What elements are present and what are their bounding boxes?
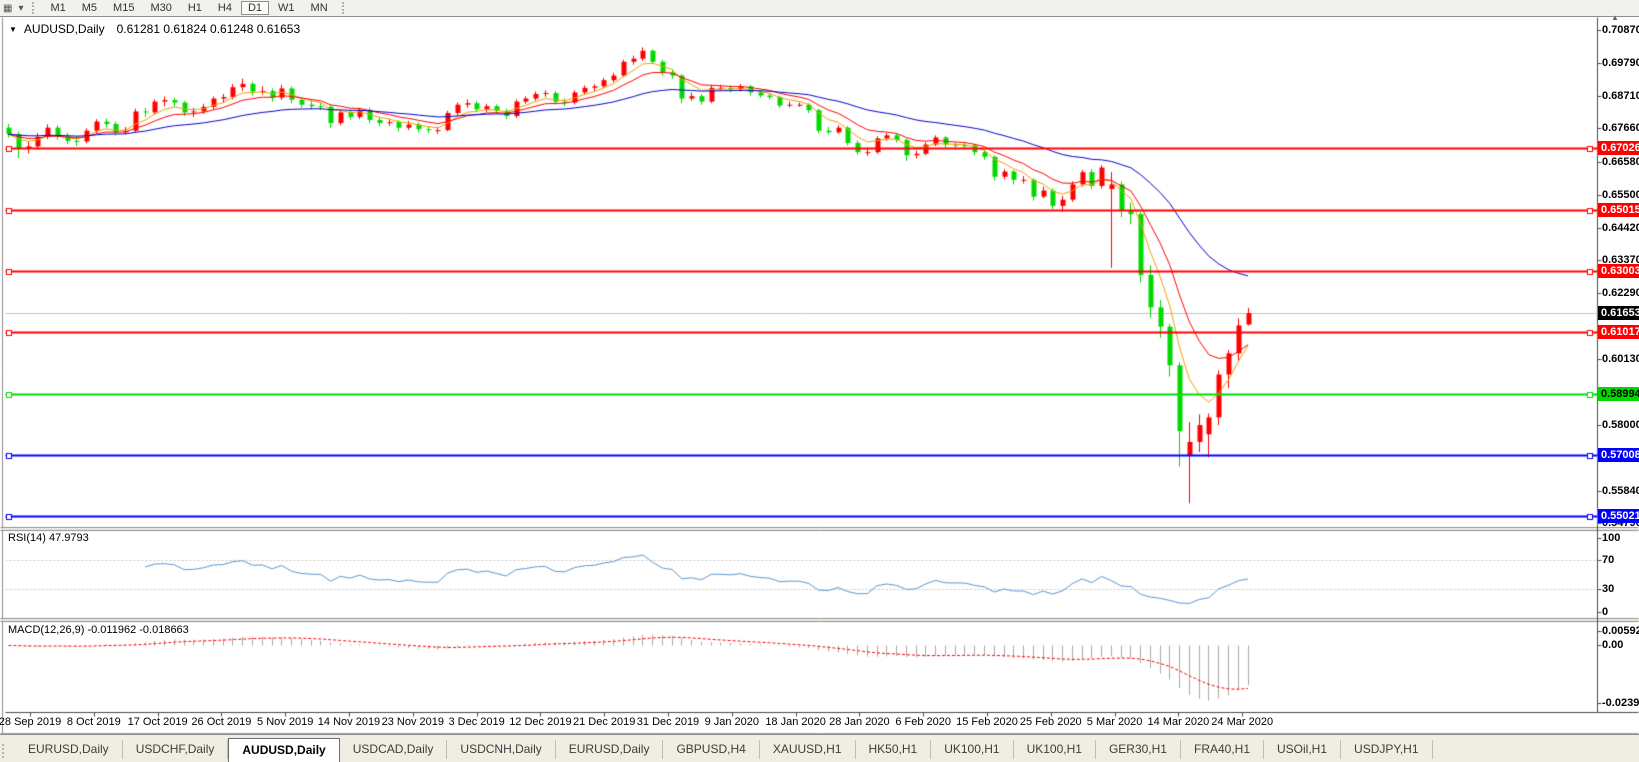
price-chart-canvas[interactable] [0, 0, 1639, 762]
chart-tab-eurusd-daily[interactable]: EURUSD,Daily [15, 740, 123, 759]
chart-tab-usdcad-daily[interactable]: USDCAD,Daily [340, 740, 448, 759]
timeframe-button-M5[interactable]: M5 [75, 1, 104, 15]
chart-tab-xauusd-h1[interactable]: XAUUSD,H1 [760, 740, 856, 759]
rsi-indicator-label: RSI(14) 47.9793 [8, 532, 89, 544]
charts-icon[interactable]: ▦ [3, 1, 12, 16]
timeframe-button-M1[interactable]: M1 [43, 1, 72, 15]
timeframe-button-M15[interactable]: M15 [106, 1, 141, 15]
chart-title: ▼ AUDUSD,Daily 0.61281 0.61824 0.61248 0.6… [9, 22, 300, 36]
chart-tab-gbpusd-h4[interactable]: GBPUSD,H4 [663, 740, 759, 759]
timeframe-buttons: M1M5M15M30H1H4D1W1MN [42, 1, 335, 16]
chart-ohlc-values: 0.61281 0.61824 0.61248 0.61653 [117, 22, 301, 36]
chart-tab-usdjpy-h1[interactable]: USDJPY,H1 [1341, 740, 1432, 759]
chart-menu-icon[interactable]: ▼ [9, 25, 17, 34]
chart-tabs: EURUSD,DailyUSDCHF,DailyAUDUSD,DailyUSDC… [15, 738, 1433, 762]
toolbar-grip[interactable] [32, 2, 36, 14]
chart-tab-hk50-h1[interactable]: HK50,H1 [856, 740, 932, 759]
macd-indicator-label: MACD(12,26,9) -0.011962 -0.018663 [8, 624, 189, 636]
scroll-up-icon[interactable]: ▲ [1611, 13, 1619, 22]
mt4-window: ▦ ▾ M1M5M15M30H1H4D1W1MN ▼ AUDUSD,Daily 0.… [0, 0, 1639, 762]
toolbar-grip[interactable] [342, 2, 346, 14]
chart-tab-usdcnh-daily[interactable]: USDCNH,Daily [447, 740, 555, 759]
timeframe-button-D1[interactable]: D1 [241, 1, 269, 15]
timeframe-button-MN[interactable]: MN [304, 1, 335, 15]
timeframe-button-H1[interactable]: H1 [181, 1, 209, 15]
chart-tab-bar: EURUSD,DailyUSDCHF,DailyAUDUSD,DailyUSDC… [0, 734, 1639, 762]
timeframe-button-H4[interactable]: H4 [211, 1, 239, 15]
timeframe-toolbar: ▦ ▾ M1M5M15M30H1H4D1W1MN [0, 0, 1639, 17]
dropdown-arrow-icon[interactable]: ▾ [18, 1, 23, 16]
timeframe-button-M30[interactable]: M30 [143, 1, 178, 15]
chart-tab-ger30-h1[interactable]: GER30,H1 [1096, 740, 1181, 759]
timeframe-button-W1[interactable]: W1 [271, 1, 302, 15]
chart-tab-fra40-h1[interactable]: FRA40,H1 [1181, 740, 1264, 759]
chart-symbol-label: AUDUSD,Daily [24, 22, 105, 36]
chart-tab-usoil-h1[interactable]: USOil,H1 [1264, 740, 1341, 759]
chart-tab-uk100-h1[interactable]: UK100,H1 [1014, 740, 1096, 759]
tabbar-grip[interactable] [2, 744, 11, 758]
chart-tab-uk100-h1[interactable]: UK100,H1 [931, 740, 1013, 759]
chart-tab-eurusd-daily[interactable]: EURUSD,Daily [556, 740, 664, 759]
chart-tab-audusd-daily[interactable]: AUDUSD,Daily [228, 738, 339, 762]
chart-tab-usdchf-daily[interactable]: USDCHF,Daily [123, 740, 229, 759]
